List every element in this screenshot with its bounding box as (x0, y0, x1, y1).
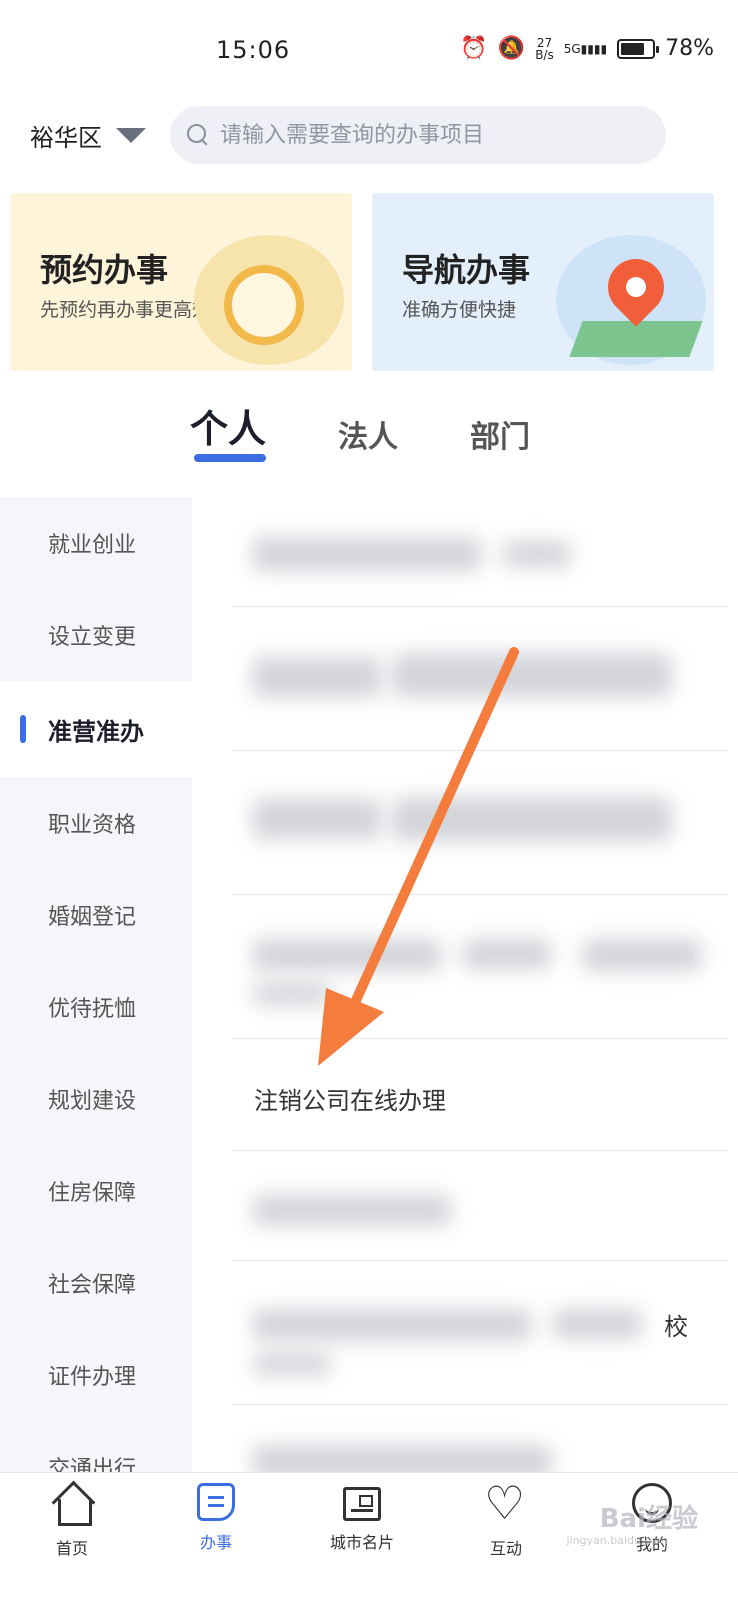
nav-label: 首页 (55, 1539, 88, 1558)
list-item-blurred[interactable] (232, 607, 728, 751)
clock-illustration-icon (194, 235, 344, 365)
nav-city-card[interactable]: 城市名片 (302, 1483, 422, 1553)
network-speed: 27 B/s (535, 35, 554, 62)
sidebar-item[interactable]: 就业创业 (0, 497, 192, 589)
list-item-blurred[interactable] (232, 497, 728, 607)
category-tabs: 个人 法人 部门 (0, 398, 738, 468)
nav-label: 办事 (199, 1533, 232, 1552)
status-time: 15:06 (216, 36, 291, 64)
list-item[interactable]: 注销公司在线办理 (232, 1039, 728, 1151)
tab-indicator (194, 454, 266, 462)
sidebar-item-active[interactable]: 准营准办 (0, 681, 192, 777)
service-list: 注销公司在线办理 校 (232, 497, 728, 1472)
sidebar-item[interactable]: 交通出行 (0, 1421, 192, 1472)
search-input[interactable] (220, 122, 640, 148)
list-item-blurred[interactable] (232, 751, 728, 895)
sidebar-item[interactable]: 证件办理 (0, 1329, 192, 1421)
sidebar-item[interactable]: 职业资格 (0, 777, 192, 869)
watermark-logo: Bai经验 (599, 1504, 698, 1534)
status-bar: 15:06 ⏰ 🔕 27 B/s 5G▮▮▮▮ 78% (0, 0, 738, 100)
status-icons: ⏰ 🔕 27 B/s 5G▮▮▮▮ 78% (460, 36, 714, 61)
list-item-partial-text: 校 (664, 1313, 688, 1341)
document-icon (197, 1483, 235, 1521)
nav-interact[interactable]: 互动 (446, 1483, 566, 1559)
heart-icon (484, 1483, 528, 1527)
sidebar-item[interactable]: 婚姻登记 (0, 869, 192, 961)
banner-appointment[interactable]: 预约办事 先预约再办事更高效 (10, 193, 352, 371)
banner-title: 导航办事 (402, 251, 531, 289)
search-icon (186, 123, 210, 147)
region-selector[interactable]: 裕华区 (30, 118, 146, 153)
map-pin-illustration-icon (556, 235, 706, 365)
list-item-blurred[interactable] (232, 1405, 728, 1472)
watermark-url: jingyan.baidu.com (566, 1534, 668, 1547)
sidebar-item[interactable]: 优待抚恤 (0, 961, 192, 1053)
banner-subtitle: 准确方便快捷 (402, 299, 517, 321)
list-item-blurred[interactable] (232, 1151, 728, 1261)
battery-percent: 78% (665, 36, 714, 61)
banner-navigation[interactable]: 导航办事 准确方便快捷 (372, 193, 714, 371)
sidebar: 就业创业 设立变更 准营准办 职业资格 婚姻登记 优待抚恤 规划建设 住房保障 … (0, 497, 192, 1472)
sidebar-item[interactable]: 社会保障 (0, 1237, 192, 1329)
sidebar-item[interactable]: 设立变更 (0, 589, 192, 681)
nav-affairs[interactable]: 办事 (156, 1483, 276, 1553)
tab-personal[interactable]: 个人 (190, 398, 266, 453)
tab-department[interactable]: 部门 (470, 412, 530, 456)
list-item-blurred[interactable]: 校 (232, 1261, 728, 1405)
nav-label: 城市名片 (329, 1533, 394, 1552)
banner-subtitle: 先预约再办事更高效 (40, 299, 212, 321)
banner-title: 预约办事 (40, 251, 169, 289)
sidebar-item[interactable]: 住房保障 (0, 1145, 192, 1237)
nav-home[interactable]: 首页 (12, 1483, 132, 1559)
alarm-icon: ⏰ (460, 36, 488, 61)
battery-icon (617, 38, 660, 59)
region-label: 裕华区 (30, 124, 102, 152)
city-card-icon (343, 1487, 381, 1521)
mute-bell-icon: 🔕 (497, 36, 526, 61)
list-item-blurred[interactable] (232, 895, 728, 1039)
home-icon (50, 1483, 94, 1527)
battery-fill (621, 42, 645, 55)
search-bar[interactable] (170, 106, 666, 164)
signal-icon: 5G▮▮▮▮ (563, 41, 608, 56)
caret-down-icon (116, 128, 146, 143)
sidebar-item[interactable]: 规划建设 (0, 1053, 192, 1145)
list-item-label: 注销公司在线办理 (254, 1087, 446, 1115)
nav-label: 互动 (489, 1539, 522, 1558)
tab-legal-person[interactable]: 法人 (338, 412, 398, 456)
